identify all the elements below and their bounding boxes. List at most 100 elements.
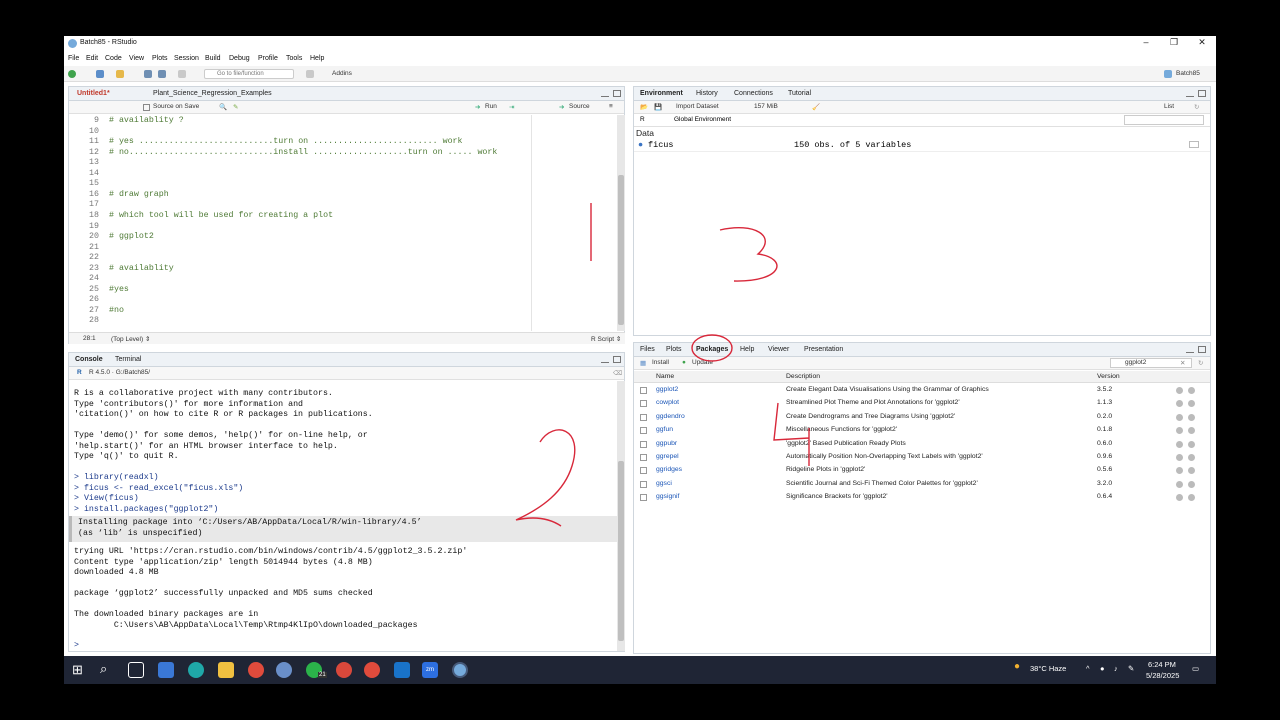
- maximize-button[interactable]: ❐: [1160, 36, 1188, 52]
- package-name[interactable]: ggpubr: [656, 440, 677, 447]
- minimize-pane-icon[interactable]: [601, 90, 609, 97]
- open-file-icon[interactable]: [116, 70, 124, 78]
- expand-icon[interactable]: ●: [638, 140, 643, 150]
- file-explorer-icon[interactable]: [218, 662, 234, 678]
- package-remove-icon[interactable]: [1188, 440, 1195, 448]
- file-type-selector[interactable]: R Script ⇕: [591, 335, 621, 343]
- package-row[interactable]: ggridges Ridgeline Plots in 'ggplot2' 0.5.…: [634, 464, 1209, 477]
- refresh-packages-icon[interactable]: ↻: [1198, 359, 1203, 367]
- console-prompt[interactable]: >: [74, 641, 79, 650]
- close-window-button[interactable]: ✕: [1188, 36, 1216, 52]
- import-dataset-menu[interactable]: Import Dataset: [676, 103, 719, 110]
- clock-date[interactable]: 5/28/2025: [1146, 671, 1179, 680]
- tab-plant-science[interactable]: Plant_Science_Regression_Examples: [153, 90, 272, 97]
- menu-profile[interactable]: Profile: [258, 55, 278, 62]
- list-view-menu[interactable]: List: [1164, 103, 1174, 110]
- broom-icon[interactable]: 🧹: [812, 103, 820, 111]
- console-scrollbar[interactable]: [617, 381, 625, 651]
- tab-history[interactable]: History: [696, 90, 718, 97]
- install-button[interactable]: Install: [652, 359, 669, 366]
- project-menu[interactable]: Batch85: [1176, 70, 1200, 77]
- wand-icon[interactable]: ✎: [233, 103, 238, 111]
- scope-selector[interactable]: (Top Level) ⇕: [111, 335, 150, 343]
- maximize-console-icon[interactable]: [613, 356, 621, 363]
- package-remove-icon[interactable]: [1188, 480, 1195, 488]
- code-editor[interactable]: 9 # availablity ? 10 11 # yes ..............…: [69, 115, 617, 331]
- tab-packages[interactable]: Packages: [696, 346, 728, 353]
- package-checkbox[interactable]: [640, 413, 647, 421]
- package-remove-icon[interactable]: [1188, 413, 1195, 421]
- package-checkbox[interactable]: [640, 494, 647, 502]
- package-name[interactable]: ggdendro: [656, 413, 685, 420]
- package-help-icon[interactable]: [1176, 387, 1183, 394]
- package-row[interactable]: cowplot Streamlined Plot Theme and Plot A…: [634, 397, 1209, 410]
- header-description[interactable]: Description: [786, 373, 820, 380]
- windows-start-icon[interactable]: ⊞: [72, 662, 83, 678]
- chrome-active-icon[interactable]: [364, 662, 380, 678]
- volume-icon[interactable]: ♪: [1114, 664, 1118, 673]
- menu-session[interactable]: Session: [174, 55, 199, 62]
- source-on-save-checkbox[interactable]: [143, 104, 150, 111]
- package-name[interactable]: ggrepel: [656, 453, 679, 460]
- clear-search-icon[interactable]: ✕: [1180, 359, 1185, 367]
- menu-help[interactable]: Help: [310, 55, 324, 62]
- tab-help[interactable]: Help: [740, 346, 754, 353]
- package-remove-icon[interactable]: [1188, 467, 1195, 475]
- menu-file[interactable]: File: [68, 55, 79, 62]
- package-row[interactable]: ggrepel Automatically Position Non-Overla…: [634, 451, 1209, 464]
- minimize-button[interactable]: –: [1132, 36, 1160, 52]
- refresh-env-icon[interactable]: ↻: [1194, 103, 1199, 111]
- console-output[interactable]: R is a collaborative project with many c…: [69, 389, 617, 651]
- goto-file-input[interactable]: Go to file/function: [204, 69, 294, 79]
- run-button[interactable]: Run: [485, 103, 497, 110]
- package-row[interactable]: ggsignif Significance Brackets for 'ggplo…: [634, 491, 1209, 504]
- menu-tools[interactable]: Tools: [286, 55, 302, 62]
- new-project-icon[interactable]: [96, 70, 104, 78]
- outline-icon[interactable]: ≡: [609, 103, 613, 110]
- tab-environment[interactable]: Environment: [640, 90, 683, 97]
- package-help-icon[interactable]: [1176, 413, 1183, 421]
- menu-plots[interactable]: Plots: [152, 55, 168, 62]
- search-taskbar-icon[interactable]: ⌕: [100, 661, 107, 677]
- tab-viewer[interactable]: Viewer: [768, 346, 789, 353]
- global-environment-selector[interactable]: Global Environment: [674, 116, 731, 123]
- load-workspace-icon[interactable]: 📂: [640, 103, 648, 111]
- menu-code[interactable]: Code: [105, 55, 122, 62]
- minimize-pkg-icon[interactable]: [1186, 346, 1194, 353]
- package-help-icon[interactable]: [1176, 494, 1183, 502]
- package-name[interactable]: ggfun: [656, 426, 673, 433]
- package-help-icon[interactable]: [1176, 454, 1183, 461]
- save-icon[interactable]: [144, 70, 152, 78]
- edge-icon[interactable]: [188, 662, 204, 678]
- package-help-icon[interactable]: [1176, 480, 1183, 488]
- maximize-pane-icon[interactable]: [613, 90, 621, 97]
- outlook-icon[interactable]: [394, 662, 410, 678]
- package-name[interactable]: cowplot: [656, 399, 679, 406]
- package-name[interactable]: ggplot2: [656, 386, 678, 393]
- package-remove-icon[interactable]: [1188, 454, 1195, 461]
- mic-icon[interactable]: ●: [1100, 664, 1105, 673]
- print-icon[interactable]: [178, 70, 186, 78]
- task-view-icon[interactable]: [128, 662, 144, 678]
- package-row[interactable]: ggpubr 'ggplot2' Based Publication Ready …: [634, 438, 1209, 451]
- package-row[interactable]: ggdendro Create Dendrograms and Tree Diag…: [634, 411, 1209, 424]
- package-name[interactable]: ggsci: [656, 480, 672, 487]
- source-button[interactable]: Source: [569, 103, 590, 110]
- package-row[interactable]: ggplot2 Create Elegant Data Visualisation…: [634, 384, 1209, 397]
- memory-usage[interactable]: 157 MiB: [754, 103, 778, 110]
- header-name[interactable]: Name: [656, 373, 674, 380]
- save-all-icon[interactable]: [158, 70, 166, 78]
- package-checkbox[interactable]: [640, 480, 647, 488]
- menu-build[interactable]: Build: [205, 55, 221, 62]
- view-table-icon[interactable]: [1189, 141, 1199, 148]
- grid-layout-icon[interactable]: [306, 70, 314, 78]
- package-remove-icon[interactable]: [1188, 494, 1195, 502]
- package-checkbox[interactable]: [640, 427, 647, 435]
- tab-console[interactable]: Console: [75, 356, 103, 363]
- tab-plots[interactable]: Plots: [666, 346, 682, 353]
- save-workspace-icon[interactable]: 💾: [654, 103, 662, 111]
- clear-console-icon[interactable]: ⌫: [613, 369, 622, 377]
- package-checkbox[interactable]: [640, 467, 647, 475]
- rstudio-taskbar-icon[interactable]: [452, 662, 468, 678]
- package-help-icon[interactable]: [1176, 467, 1183, 475]
